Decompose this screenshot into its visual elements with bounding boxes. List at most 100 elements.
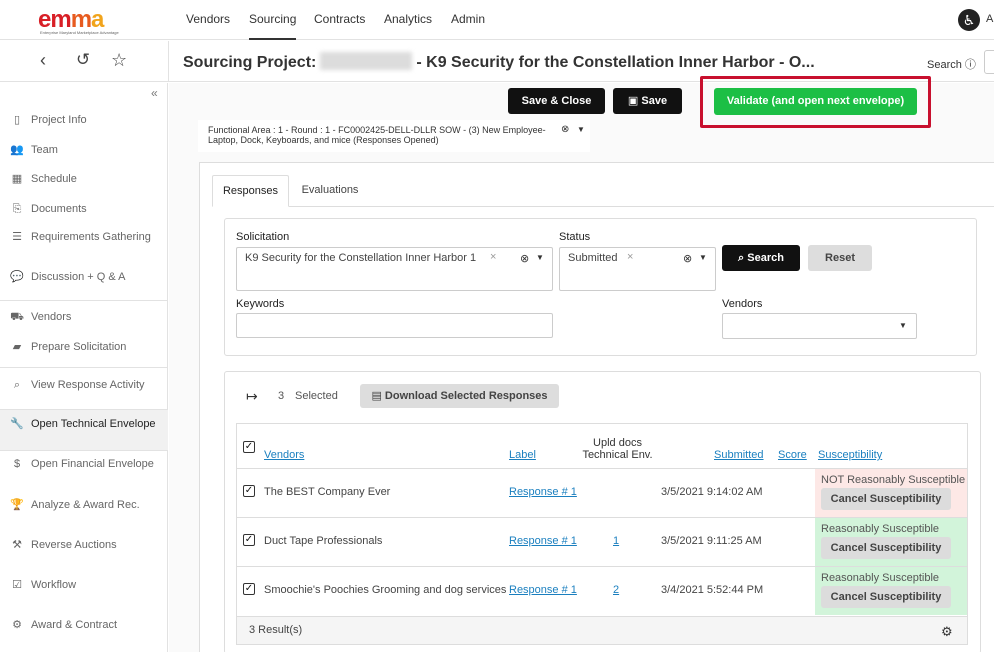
uploaded-docs-link[interactable]: 1 <box>613 535 619 547</box>
nav-sourcing[interactable]: Sourcing <box>249 12 297 40</box>
submitted-date: 3/4/2021 5:52:44 PM <box>661 584 764 596</box>
list-icon: ☰ <box>12 231 22 243</box>
header-search-label: Search ⓘ <box>927 59 976 71</box>
results-count: 3 Result(s) <box>249 624 303 636</box>
remove-tag-icon[interactable]: × <box>490 251 496 263</box>
accessibility-icon[interactable]: ♿ <box>958 9 980 31</box>
wrench-icon: 🔧 <box>10 418 24 430</box>
nav-admin[interactable]: Admin <box>451 12 485 26</box>
reset-button[interactable]: Reset <box>808 245 872 271</box>
solicitation-tag: K9 Security for the Constellation Inner … <box>245 252 477 264</box>
submitted-date: 3/5/2021 9:11:25 AM <box>661 535 762 547</box>
sidebar-divider <box>0 300 168 301</box>
vendors-label: Vendors <box>722 298 763 310</box>
keywords-input[interactable] <box>236 313 553 338</box>
sidebar-item-label: Prepare Solicitation <box>31 341 127 353</box>
collapse-sidebar-icon[interactable]: « <box>151 86 158 100</box>
susceptibility-status: Reasonably Susceptible <box>821 523 940 535</box>
validate-highlight-box <box>700 76 931 128</box>
sidebar-item-label: Project Info <box>31 114 87 126</box>
sidebar-item-label: Requirements Gathering <box>31 231 151 243</box>
uploaded-docs-link[interactable]: 2 <box>613 584 619 596</box>
caret-down-icon[interactable]: ▼ <box>699 253 707 262</box>
dollar-icon: $ <box>13 458 21 470</box>
sidebar-item-label: Documents <box>31 203 87 215</box>
trophy-icon: 🏆 <box>10 499 24 511</box>
caret-down-icon[interactable]: ▼ <box>536 253 544 262</box>
header-divider <box>168 41 169 82</box>
susceptibility-status: NOT Reasonably Susceptible <box>821 474 966 486</box>
cancel-susceptibility-button[interactable]: Cancel Susceptibility <box>821 488 951 510</box>
row-checkbox[interactable]: ✓ <box>243 534 255 546</box>
tabs-divider <box>212 206 994 207</box>
nav-analytics[interactable]: Analytics <box>384 12 432 26</box>
sidebar-item-label: Team <box>31 144 58 156</box>
truck-icon: ⛟ <box>10 311 24 323</box>
back-chevron-icon[interactable]: ‹ <box>40 50 46 71</box>
emma-logo[interactable]: emma <box>38 8 104 32</box>
remove-tag-icon[interactable]: × <box>627 251 633 263</box>
documents-icon: ⎘ <box>12 203 22 215</box>
clear-circle-icon[interactable]: ⊗ <box>520 252 529 265</box>
tab-responses[interactable]: Responses <box>212 175 289 207</box>
selected-label: Selected <box>295 390 338 402</box>
folder-icon: ▰ <box>12 341 22 353</box>
column-header-vendors[interactable]: Vendors <box>264 449 304 461</box>
selected-count: 3 <box>278 390 285 402</box>
vendor-name: Smoochie's Poochies Grooming and dog ser… <box>264 584 507 596</box>
redacted-project-id <box>320 52 413 70</box>
sidebar-item-label: View Response Activity <box>31 379 145 391</box>
sidebar-item-label: Analyze & Award Rec. <box>31 499 140 511</box>
response-link[interactable]: Response # 1 <box>509 584 577 596</box>
column-header-submitted[interactable]: Submitted <box>714 449 764 461</box>
response-link[interactable]: Response # 1 <box>509 535 577 547</box>
response-link[interactable]: Response # 1 <box>509 486 577 498</box>
history-icon[interactable]: ↺ <box>76 50 90 70</box>
binoculars-icon: ⌕ <box>13 379 21 391</box>
select-all-checkbox[interactable]: ✓ <box>243 441 255 453</box>
caret-down-icon[interactable]: ▼ <box>899 321 907 330</box>
row-checkbox[interactable]: ✓ <box>243 485 255 497</box>
susceptibility-status: Reasonably Susceptible <box>821 572 940 584</box>
sidebar-item-label: Discussion + Q & A <box>31 271 126 283</box>
favorite-star-icon[interactable]: ☆ <box>111 50 127 71</box>
file-icon: ▤ <box>371 390 382 402</box>
sidebar-divider <box>0 409 168 410</box>
top-nav <box>0 0 994 40</box>
vendors-select[interactable] <box>722 313 917 339</box>
chat-icon: 💬 <box>10 271 24 283</box>
caret-down-icon[interactable]: ▼ <box>577 125 585 134</box>
page-title: Sourcing Project: - K9 Security for the C… <box>183 52 815 71</box>
save-close-button[interactable]: Save & Close <box>508 88 605 114</box>
vendor-name: The BEST Company Ever <box>264 486 391 498</box>
gear-icon[interactable]: ⚙ <box>941 624 953 640</box>
sidebar-item-label: Open Technical Envelope <box>31 418 156 430</box>
column-header-label[interactable]: Label <box>509 449 536 461</box>
download-selected-responses-button[interactable]: ▤ Download Selected Responses <box>360 384 559 408</box>
clear-circle-icon[interactable]: ⊗ <box>561 124 569 135</box>
header-search-input[interactable] <box>984 50 994 74</box>
gavel-icon: ⚒ <box>12 539 22 551</box>
tab-evaluations[interactable]: Evaluations <box>290 175 370 206</box>
clipboard-icon: ▯ <box>13 114 21 126</box>
nav-contracts[interactable]: Contracts <box>314 12 365 26</box>
save-button[interactable]: ▣ Save <box>613 88 682 114</box>
solicitation-label: Solicitation <box>236 231 290 243</box>
arrow-right-icon[interactable]: ↦ <box>246 388 258 405</box>
column-header-susceptibility[interactable]: Susceptibility <box>818 449 882 461</box>
floppy-icon: ▣ <box>627 95 639 107</box>
nav-vendors[interactable]: Vendors <box>186 12 230 26</box>
clear-circle-icon[interactable]: ⊗ <box>683 252 692 265</box>
sidebar-item-label: Workflow <box>31 579 77 591</box>
user-menu[interactable]: A <box>986 13 993 25</box>
keywords-label: Keywords <box>236 298 285 310</box>
cancel-susceptibility-button[interactable]: Cancel Susceptibility <box>821 537 951 559</box>
status-tag: Submitted <box>568 252 618 264</box>
check-square-icon: ☑ <box>12 579 22 591</box>
row-checkbox[interactable]: ✓ <box>243 583 255 595</box>
column-header-score[interactable]: Score <box>778 449 807 461</box>
calendar-icon: ▦ <box>11 173 23 185</box>
cancel-susceptibility-button[interactable]: Cancel Susceptibility <box>821 586 951 608</box>
search-button[interactable]: ⌕ Search <box>722 245 800 271</box>
sidebar-item-label: Schedule <box>31 173 77 185</box>
